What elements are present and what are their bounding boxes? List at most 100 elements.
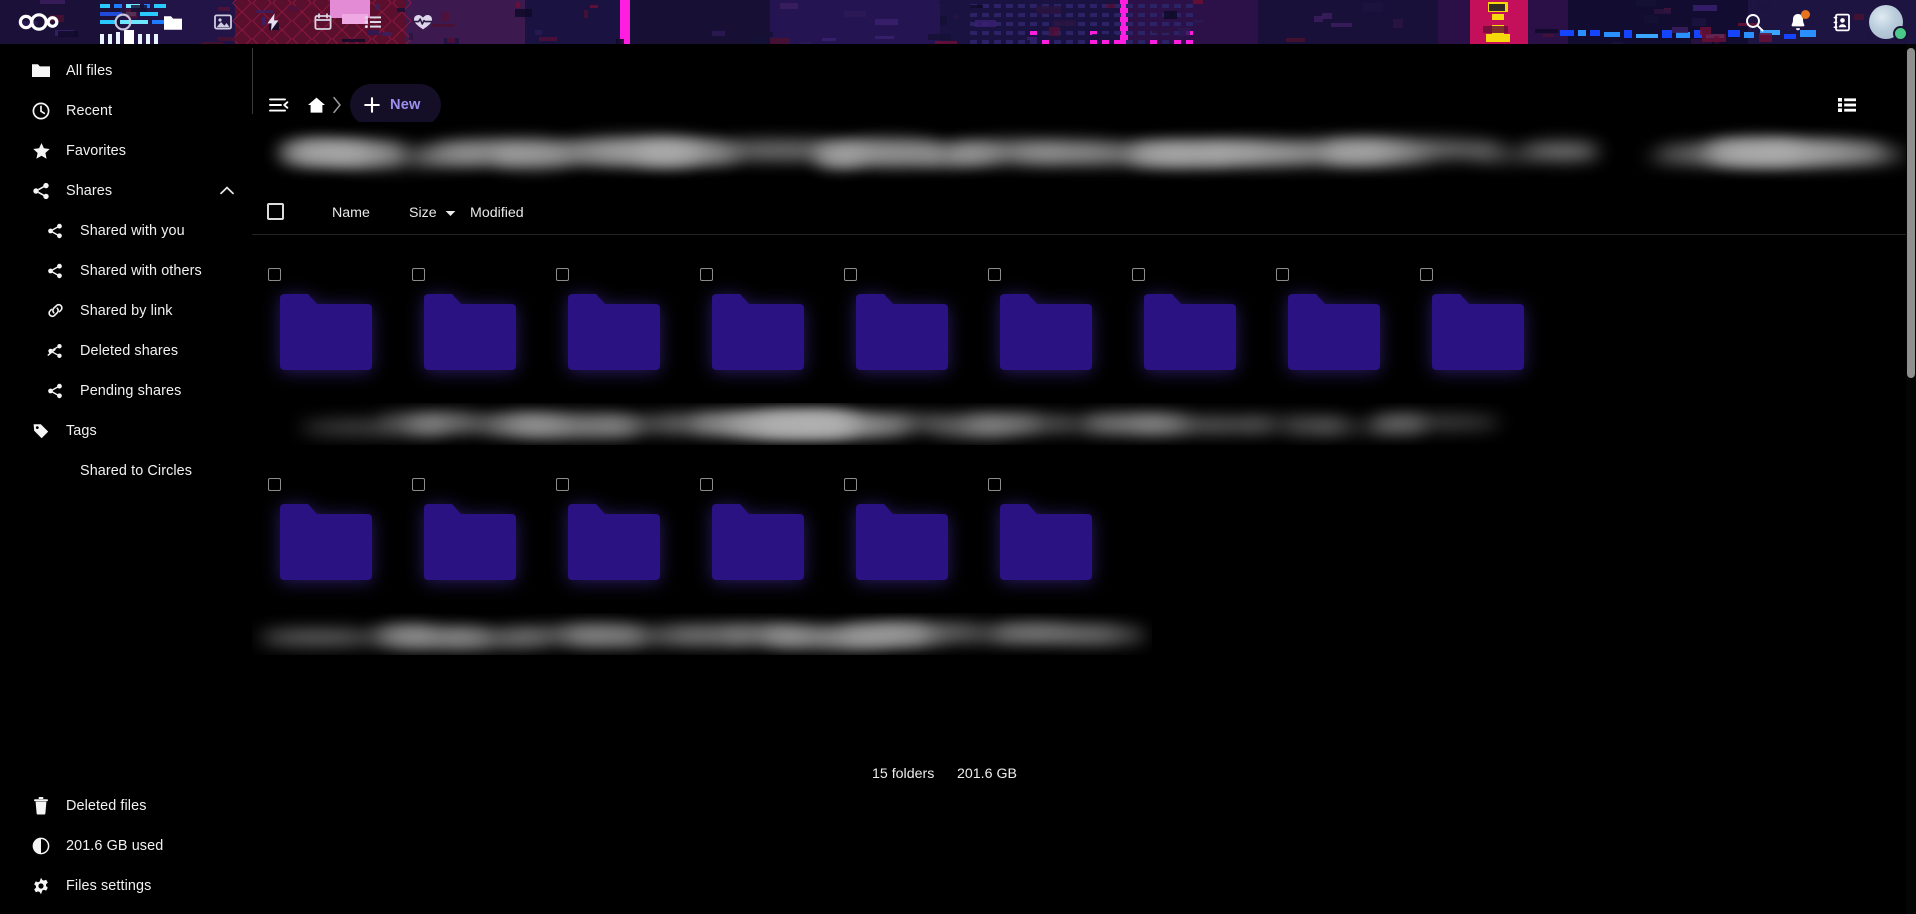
sidebar-item-favorites[interactable]: Favorites <box>14 131 246 170</box>
folder-checkbox[interactable] <box>1132 268 1145 281</box>
share-icon <box>28 182 54 200</box>
folder-tile[interactable] <box>548 445 692 613</box>
sidebar-item-storage-used[interactable]: 201.6 GB used <box>14 826 246 865</box>
trash-icon <box>28 797 54 815</box>
new-button[interactable]: New <box>350 84 441 126</box>
calendar-icon[interactable] <box>298 0 348 44</box>
file-grid-row <box>252 235 1916 403</box>
sidebar-item-label: Pending shares <box>80 383 181 399</box>
sidebar-item-deleted-shares[interactable]: Deleted shares <box>14 331 246 370</box>
sidebar-item-label: Shared with others <box>80 263 202 279</box>
folder-tile[interactable] <box>1124 235 1268 403</box>
app-sidebar-navigation: All files Recent Favorites Shares Shared… <box>8 44 252 914</box>
share-icon <box>42 263 68 279</box>
folder-checkbox[interactable] <box>1276 268 1289 281</box>
activity-icon[interactable] <box>248 0 298 44</box>
tasks-icon[interactable] <box>348 0 398 44</box>
folder-tile[interactable] <box>404 445 548 613</box>
sidebar-item-deleted-files[interactable]: Deleted files <box>14 786 246 825</box>
folder-tile[interactable] <box>1412 235 1556 403</box>
folder-icon <box>278 292 374 370</box>
select-all-checkbox[interactable] <box>267 203 284 220</box>
files-icon[interactable] <box>148 0 198 44</box>
sidebar-item-label: Tags <box>66 423 97 439</box>
folder-checkbox[interactable] <box>700 268 713 281</box>
folder-icon <box>854 502 950 580</box>
sidebar-item-label: Deleted files <box>66 798 147 814</box>
list-view-icon[interactable] <box>1830 88 1864 122</box>
folder-checkbox[interactable] <box>412 478 425 491</box>
folder-tile[interactable] <box>836 445 980 613</box>
total-size-label: 201.6 GB <box>957 766 1017 782</box>
notifications-bell-icon[interactable] <box>1776 0 1820 44</box>
column-header-size[interactable]: Size <box>409 205 456 221</box>
folder-checkbox[interactable] <box>844 268 857 281</box>
sidebar-item-label: Shared with you <box>80 223 185 239</box>
folder-checkbox[interactable] <box>1420 268 1433 281</box>
column-header-modified[interactable]: Modified <box>470 205 524 221</box>
folder-checkbox[interactable] <box>556 478 569 491</box>
share-off-icon <box>42 343 68 359</box>
sidebar-item-shared-by-link[interactable]: Shared by link <box>14 291 246 330</box>
folder-tile[interactable] <box>404 235 548 403</box>
sidebar-item-tags[interactable]: Tags <box>14 411 246 450</box>
sidebar-item-files-settings[interactable]: Files settings <box>14 866 246 905</box>
sidebar-item-pending-shares[interactable]: Pending shares <box>14 371 246 410</box>
file-grid-row-tiles <box>252 235 1916 403</box>
folder-checkbox[interactable] <box>268 268 281 281</box>
folder-checkbox[interactable] <box>844 478 857 491</box>
share-icon <box>42 383 68 399</box>
app-navigation-icons <box>98 0 448 44</box>
chevron-up-icon[interactable] <box>220 171 234 210</box>
folder-tile[interactable] <box>980 235 1124 403</box>
caret-down-icon <box>445 205 456 221</box>
folder-tile[interactable] <box>260 445 404 613</box>
contacts-icon[interactable] <box>1820 0 1864 44</box>
share-icon <box>42 223 68 239</box>
sidebar-item-shared-to-circles[interactable]: Shared to Circles <box>14 451 246 490</box>
sidebar-item-shared-with-others[interactable]: Shared with others <box>14 251 246 290</box>
nextcloud-logo[interactable] <box>8 0 70 44</box>
photos-icon[interactable] <box>198 0 248 44</box>
folder-checkbox[interactable] <box>700 478 713 491</box>
dashboard-icon[interactable] <box>98 0 148 44</box>
folder-tile[interactable] <box>836 235 980 403</box>
avatar[interactable] <box>1866 0 1910 44</box>
sidebar-item-label: Shared to Circles <box>80 463 192 479</box>
column-header-name[interactable]: Name <box>332 205 370 221</box>
folder-checkbox[interactable] <box>268 478 281 491</box>
folder-checkbox[interactable] <box>988 478 1001 491</box>
folder-checkbox[interactable] <box>556 268 569 281</box>
folder-tile[interactable] <box>260 235 404 403</box>
folder-checkbox[interactable] <box>988 268 1001 281</box>
sidebar-item-shared-with-you[interactable]: Shared with you <box>14 211 246 250</box>
folder-tile[interactable] <box>692 235 836 403</box>
header-actions <box>1732 0 1910 44</box>
files-toolbar: New <box>252 44 1916 122</box>
notification-badge <box>1801 10 1810 19</box>
folder-icon <box>998 502 1094 580</box>
sidebar-item-all-files[interactable]: All files <box>14 51 246 90</box>
folder-icon <box>854 292 950 370</box>
folder-checkbox[interactable] <box>412 268 425 281</box>
sidebar-item-label: Recent <box>66 103 112 119</box>
clock-icon <box>28 102 54 120</box>
file-grid-row <box>252 445 1916 613</box>
vertical-scrollbar-thumb[interactable] <box>1907 48 1915 378</box>
sidebar-item-recent[interactable]: Recent <box>14 91 246 130</box>
sidebar-collapse-icon[interactable] <box>262 88 296 122</box>
search-icon[interactable] <box>1732 0 1776 44</box>
health-icon[interactable] <box>398 0 448 44</box>
gear-icon <box>28 877 54 895</box>
file-table-header: Name Size Modified <box>252 191 1916 235</box>
sidebar-item-shares[interactable]: Shares <box>14 171 246 210</box>
file-grid <box>252 235 1916 613</box>
folder-tile[interactable] <box>1268 235 1412 403</box>
folder-tile[interactable] <box>980 445 1124 613</box>
sidebar-item-label: 201.6 GB used <box>66 838 163 854</box>
folder-icon <box>710 502 806 580</box>
folder-icon <box>278 502 374 580</box>
chevron-right-icon <box>326 88 348 122</box>
folder-tile[interactable] <box>548 235 692 403</box>
folder-tile[interactable] <box>692 445 836 613</box>
